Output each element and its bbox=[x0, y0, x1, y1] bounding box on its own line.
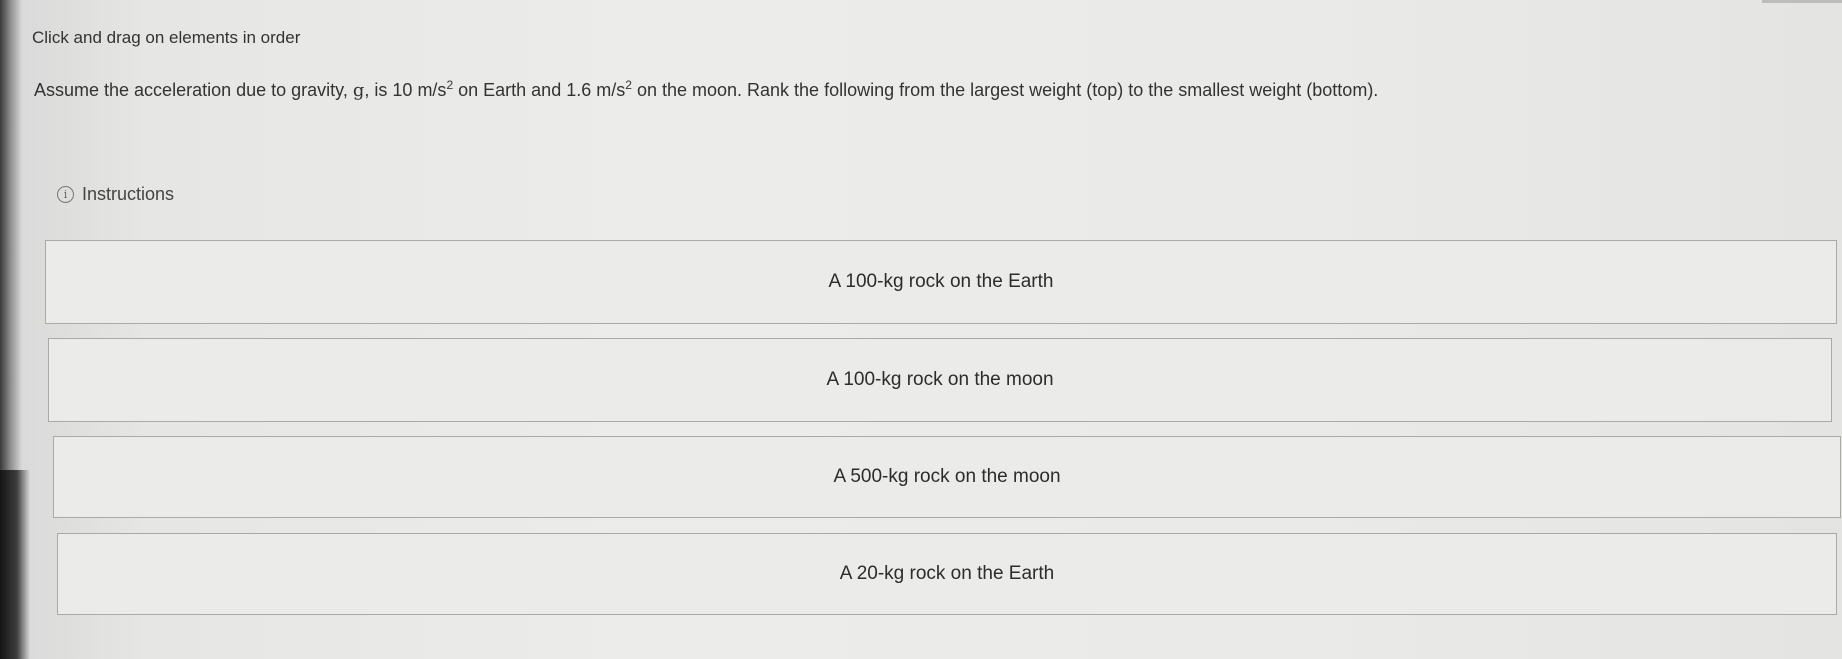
earth-gravity-value: 10 bbox=[392, 80, 413, 100]
instructions-label: Instructions bbox=[82, 184, 175, 204]
unit-exponent: 2 bbox=[625, 78, 632, 92]
moon-gravity-value: 1.6 bbox=[566, 80, 592, 100]
rank-item-label: A 100-kg rock on the moon bbox=[826, 369, 1054, 390]
question-text: Assume the acceleration due to gravity, … bbox=[34, 78, 1379, 101]
rank-item-100kg-earth[interactable]: A 100-kg rock on the Earth bbox=[45, 240, 1837, 324]
rank-item-500kg-moon[interactable]: A 500-kg rock on the moon bbox=[53, 436, 1841, 518]
question-part-1: Assume the acceleration due to gravity, bbox=[34, 80, 353, 100]
question-part-4: on the moon. Rank the following from the… bbox=[631, 80, 1379, 100]
left-edge-shadow-bottom bbox=[0, 470, 30, 659]
unit-text: m/s bbox=[596, 80, 626, 100]
moon-gravity-unit: m/s2 bbox=[596, 78, 632, 100]
rank-item-20kg-earth[interactable]: A 20-kg rock on the Earth bbox=[57, 533, 1837, 615]
task-directive: Click and drag on elements in order bbox=[32, 28, 301, 47]
info-circle-icon: i bbox=[57, 186, 74, 203]
rank-item-label: A 20-kg rock on the Earth bbox=[839, 563, 1055, 584]
instructions-toggle[interactable]: i Instructions bbox=[57, 184, 174, 205]
unit-text: m/s bbox=[417, 80, 447, 100]
top-right-divider bbox=[1762, 0, 1842, 3]
rank-item-label: A 100-kg rock on the Earth bbox=[828, 271, 1054, 292]
question-part-3: on Earth and bbox=[453, 80, 567, 100]
gravity-symbol: g bbox=[352, 80, 365, 101]
question-part-2: , is bbox=[364, 80, 393, 100]
rank-item-100kg-moon[interactable]: A 100-kg rock on the moon bbox=[48, 338, 1832, 422]
earth-gravity-unit: m/s2 bbox=[417, 79, 453, 100]
rank-item-label: A 500-kg rock on the moon bbox=[833, 466, 1061, 487]
